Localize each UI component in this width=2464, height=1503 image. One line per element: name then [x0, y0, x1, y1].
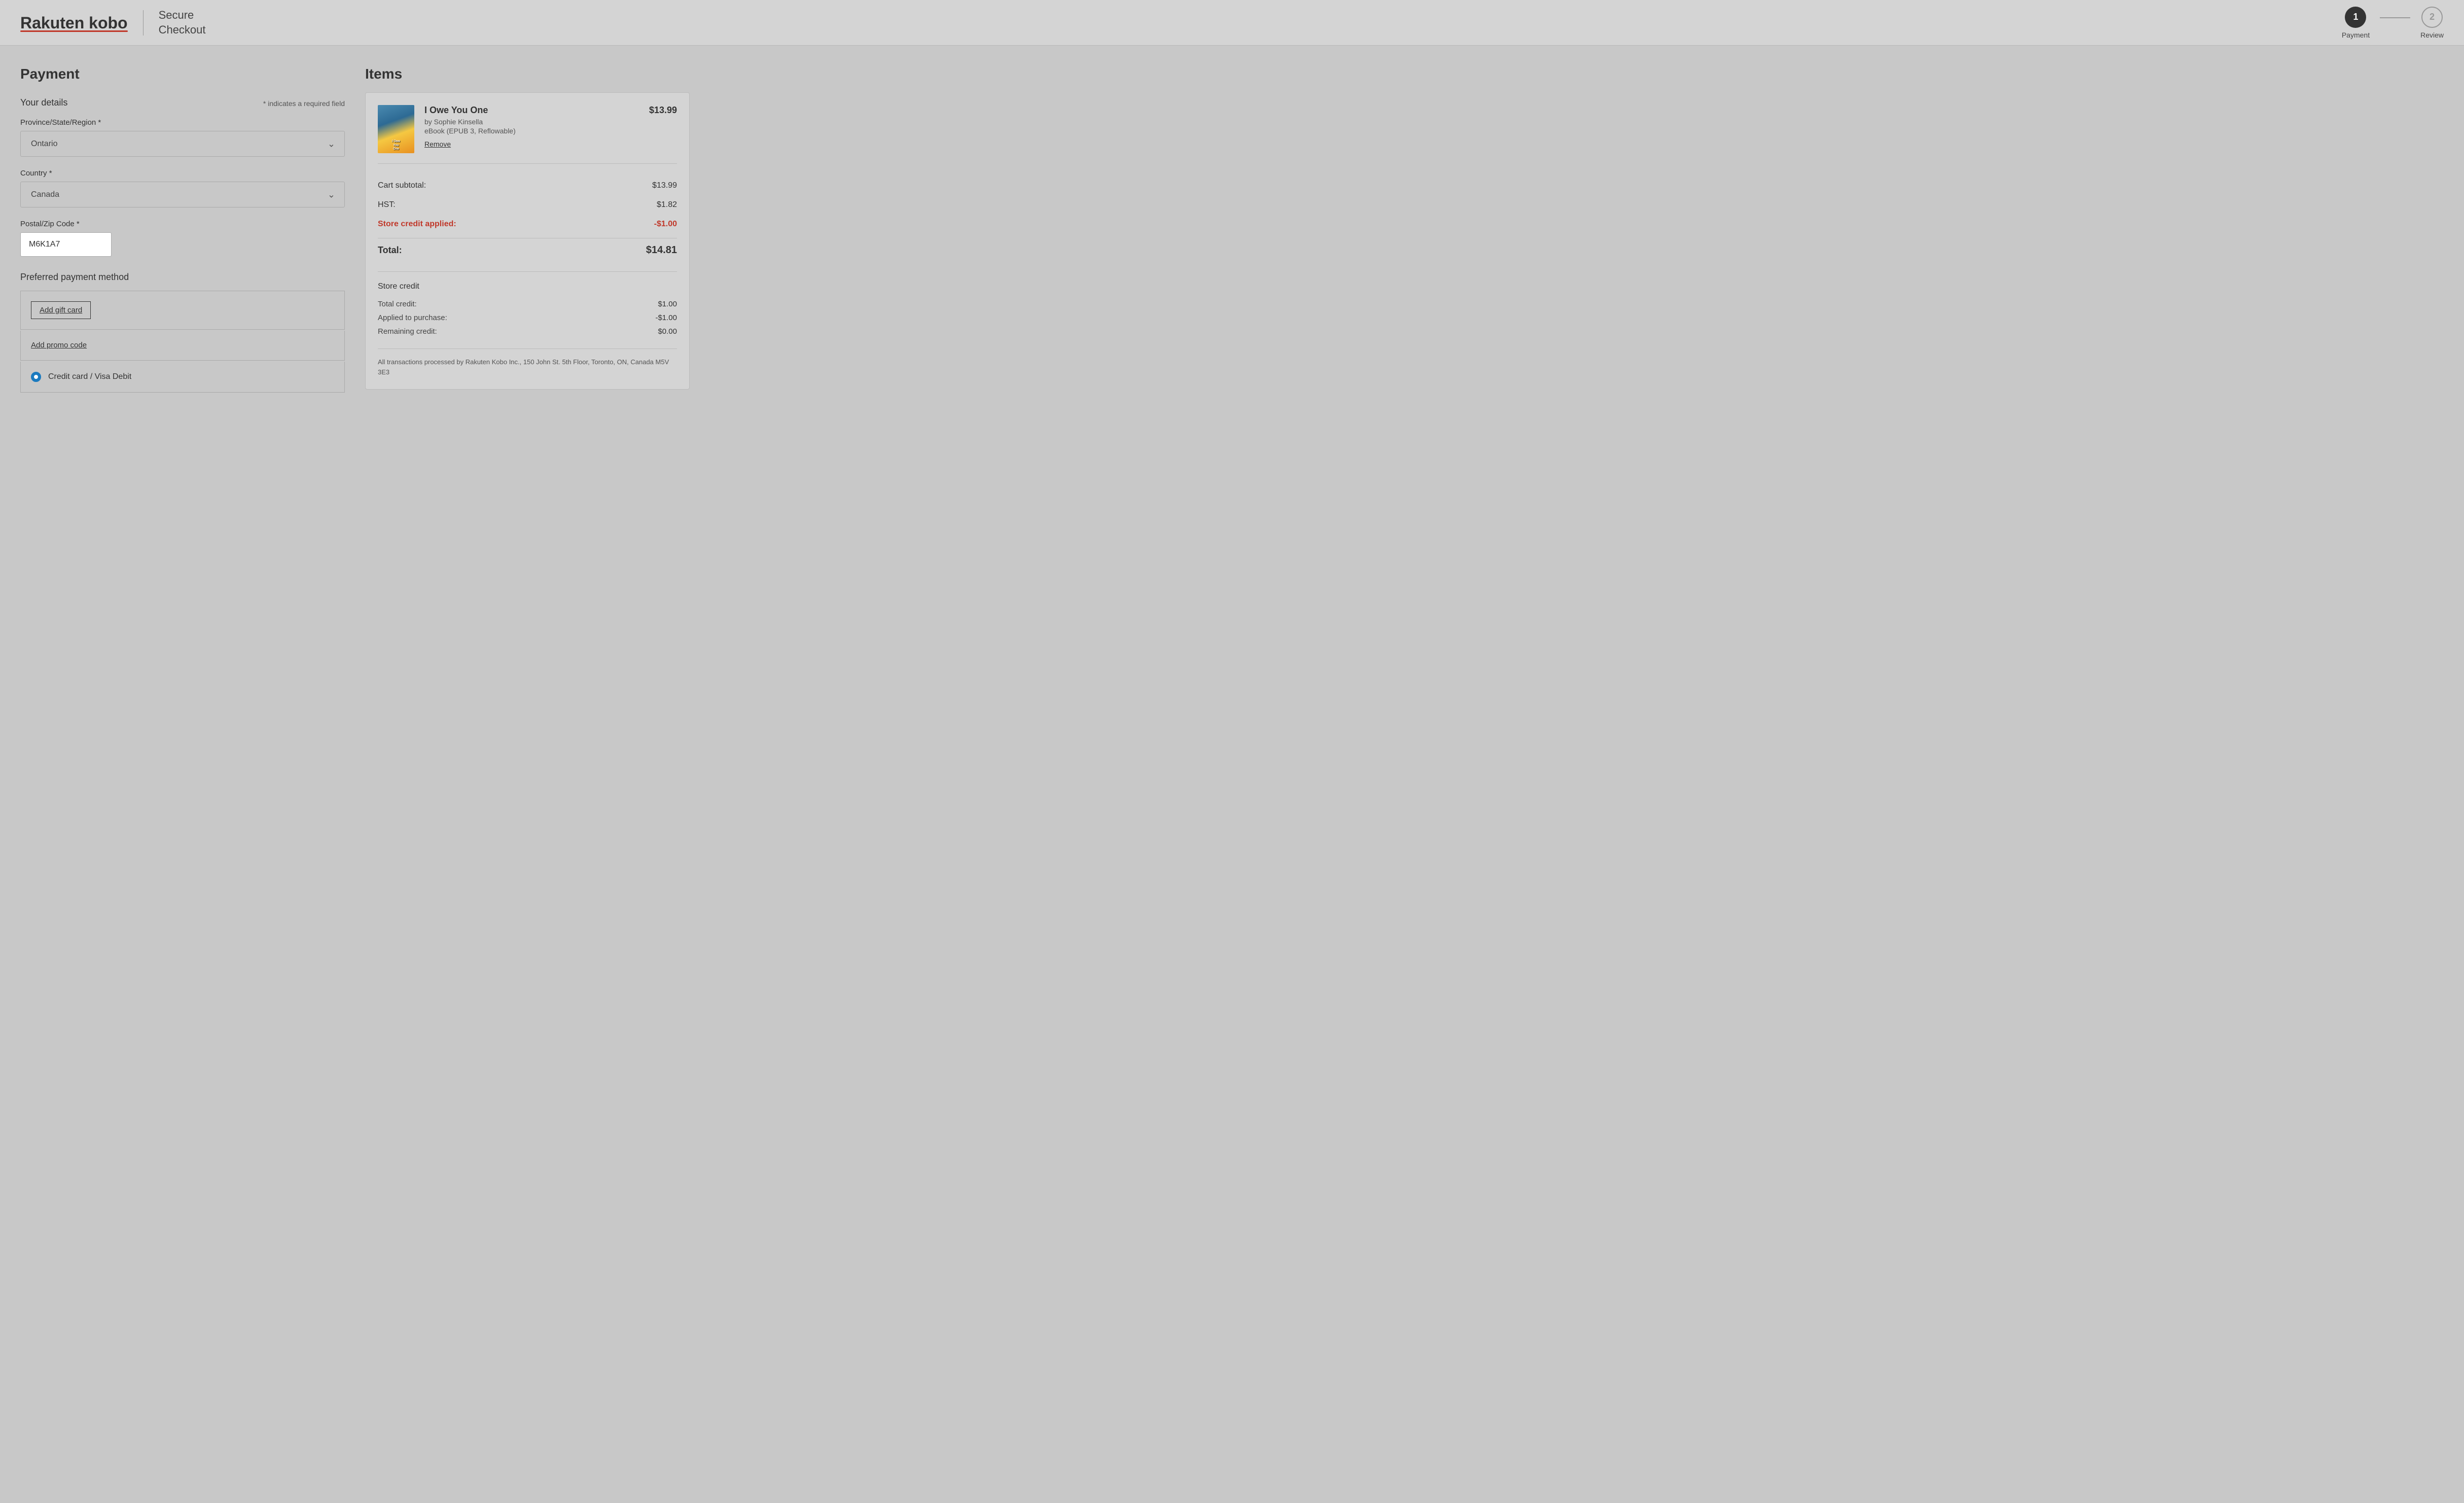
cart-subtotal-label: Cart subtotal: — [378, 181, 426, 190]
step-1-circle: 1 — [2345, 7, 2366, 28]
store-credit-applied-label: Store credit applied: — [378, 220, 456, 229]
postal-label: Postal/Zip Code * — [20, 220, 345, 228]
item-format: eBook (EPUB 3, Reflowable) — [424, 127, 639, 135]
items-box: I OweYouOne I Owe You One by Sophie Kins… — [365, 92, 690, 390]
header-left: Rakuten kobo Secure Checkout — [20, 8, 206, 37]
country-select[interactable]: Canada — [21, 182, 344, 207]
remaining-credit-row: Remaining credit: $0.00 — [378, 325, 677, 338]
store-credit-applied-row: Store credit applied: -$1.00 — [378, 215, 677, 234]
your-details-label: Your details — [20, 97, 67, 108]
payment-section: Payment Your details * indicates a requi… — [20, 66, 345, 393]
preferred-payment-label: Preferred payment method — [20, 272, 345, 283]
store-credit-title: Store credit — [378, 282, 677, 291]
remaining-credit-label: Remaining credit: — [378, 327, 437, 336]
province-label: Province/State/Region * — [20, 118, 345, 127]
credit-card-box[interactable]: Credit card / Visa Debit — [20, 362, 345, 393]
postal-field-group: Postal/Zip Code * — [20, 220, 345, 257]
cart-subtotal-value: $13.99 — [652, 181, 677, 190]
item-author: by Sophie Kinsella — [424, 118, 639, 126]
applied-to-purchase-value: -$1.00 — [655, 313, 677, 322]
step-2-circle: 2 — [2421, 7, 2443, 28]
gift-card-box[interactable]: Add gift card — [20, 291, 345, 330]
logo-rakuten: Rakuten — [20, 14, 84, 32]
store-credit-applied-value: -$1.00 — [654, 220, 677, 229]
country-label: Country * — [20, 169, 345, 178]
checkout-steps: 1 Payment 2 Review — [2342, 7, 2444, 39]
radio-inner — [34, 375, 38, 379]
country-field-group: Country * Canada ⌄ — [20, 169, 345, 207]
step-payment[interactable]: 1 Payment — [2342, 7, 2370, 39]
item-price: $13.99 — [649, 105, 677, 116]
step-connector — [2380, 17, 2410, 18]
payment-method-section: Preferred payment method Add gift card A… — [20, 272, 345, 393]
total-value: $14.81 — [646, 244, 677, 256]
total-row: Total: $14.81 — [378, 238, 677, 261]
item-details: I Owe You One by Sophie Kinsella eBook (… — [424, 105, 639, 149]
logo[interactable]: Rakuten kobo — [20, 14, 128, 32]
add-promo-link[interactable]: Add promo code — [31, 341, 87, 349]
hst-value: $1.82 — [657, 200, 677, 209]
postal-input[interactable] — [20, 232, 112, 257]
item-row: I OweYouOne I Owe You One by Sophie Kins… — [378, 105, 677, 164]
applied-to-purchase-label: Applied to purchase: — [378, 313, 447, 322]
logo-kobo: kobo — [89, 14, 127, 32]
total-credit-value: $1.00 — [658, 300, 677, 308]
step-review[interactable]: 2 Review — [2420, 7, 2444, 39]
country-select-wrapper[interactable]: Canada ⌄ — [20, 182, 345, 207]
add-gift-card-button[interactable]: Add gift card — [31, 301, 91, 319]
header: Rakuten kobo Secure Checkout 1 Payment 2… — [0, 0, 2464, 46]
book-cover: I OweYouOne — [378, 105, 414, 153]
step-1-label: Payment — [2342, 31, 2370, 39]
province-select-wrapper[interactable]: Ontario ⌄ — [20, 131, 345, 157]
total-credit-row: Total credit: $1.00 — [378, 297, 677, 311]
transaction-note: All transactions processed by Rakuten Ko… — [378, 348, 677, 377]
hst-label: HST: — [378, 200, 396, 209]
item-remove-button[interactable]: Remove — [424, 140, 451, 148]
payment-title: Payment — [20, 66, 345, 82]
step-2-label: Review — [2420, 31, 2444, 39]
your-details-header: Your details * indicates a required fiel… — [20, 97, 345, 108]
main-content: Payment Your details * indicates a requi… — [0, 46, 710, 413]
required-note: * indicates a required field — [263, 99, 345, 108]
store-credit-section: Store credit Total credit: $1.00 Applied… — [378, 271, 677, 338]
credit-card-label: Credit card / Visa Debit — [48, 372, 131, 381]
province-select[interactable]: Ontario — [21, 131, 344, 156]
items-title: Items — [365, 66, 690, 82]
hst-row: HST: $1.82 — [378, 195, 677, 215]
applied-to-purchase-row: Applied to purchase: -$1.00 — [378, 311, 677, 325]
header-divider — [143, 10, 144, 36]
item-title: I Owe You One — [424, 105, 639, 116]
items-section: Items I OweYouOne I Owe You One by Sophi… — [365, 66, 690, 393]
total-credit-label: Total credit: — [378, 300, 417, 308]
remaining-credit-value: $0.00 — [658, 327, 677, 336]
province-field-group: Province/State/Region * Ontario ⌄ — [20, 118, 345, 157]
secure-checkout-label: Secure Checkout — [159, 8, 206, 37]
promo-box[interactable]: Add promo code — [20, 331, 345, 361]
cart-subtotal-row: Cart subtotal: $13.99 — [378, 176, 677, 195]
total-label: Total: — [378, 245, 402, 256]
totals-section: Cart subtotal: $13.99 HST: $1.82 Store c… — [378, 174, 677, 261]
credit-card-radio[interactable] — [31, 372, 41, 382]
